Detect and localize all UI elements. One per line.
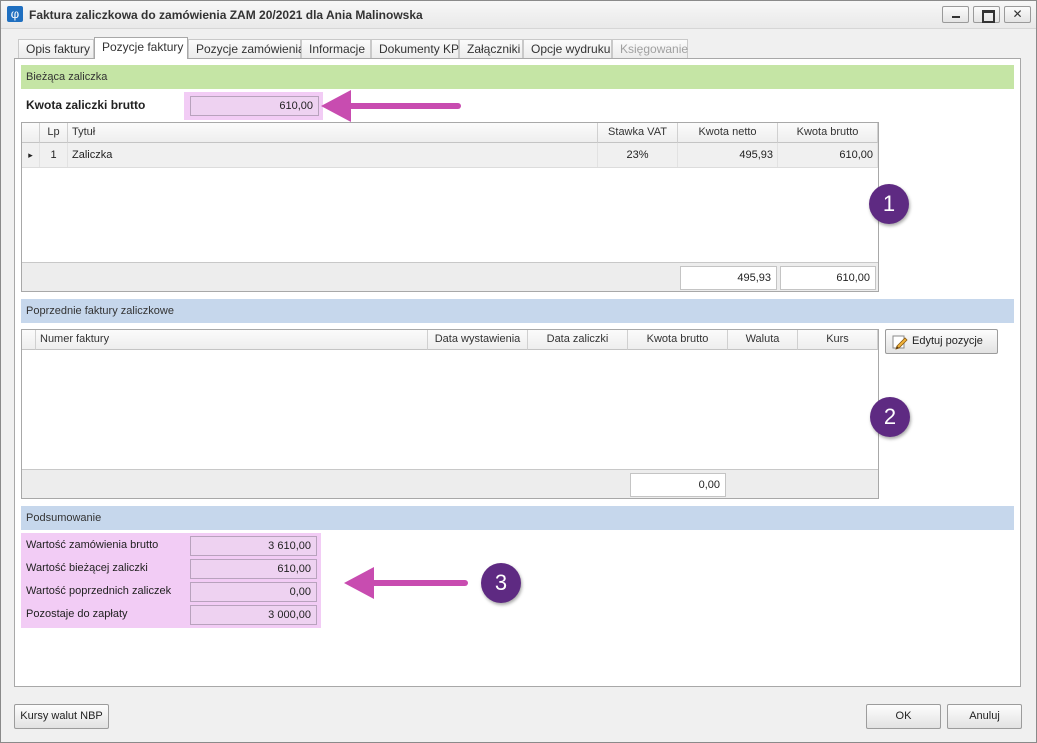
nbp-rates-button[interactable]: Kursy walut NBP <box>14 704 109 729</box>
cell-lp[interactable]: 1 <box>40 143 68 167</box>
cancel-button[interactable]: Anuluj <box>947 704 1022 729</box>
tab-pozycje-zamowienia[interactable]: Pozycje zamówienia <box>188 39 305 59</box>
arrow-shaft <box>347 103 461 109</box>
row-indicator-icon: ▸ <box>22 143 40 167</box>
window-title: Faktura zaliczkowa do zamówienia ZAM 20/… <box>29 8 423 22</box>
arrow-shaft <box>370 580 468 586</box>
title-bar: φ Faktura zaliczkowa do zamówienia ZAM 2… <box>1 1 1036 29</box>
invoice-window: φ Faktura zaliczkowa do zamówienia ZAM 2… <box>0 0 1037 743</box>
tab-pozycje-faktury[interactable]: Pozycje faktury <box>94 37 188 59</box>
summary-label-previous-advances: Wartość poprzednich zaliczek <box>26 585 172 597</box>
cell-net[interactable]: 495,93 <box>678 143 778 167</box>
cell-gross[interactable]: 610,00 <box>778 143 878 167</box>
summary-header: Podsumowanie <box>21 506 1014 530</box>
col-header-vat[interactable]: Stawka VAT <box>598 123 678 143</box>
summary-current-advance[interactable]: 610,00 <box>190 559 317 579</box>
tab-dokumenty-kp[interactable]: Dokumenty KP <box>371 39 459 59</box>
app-icon: φ <box>7 6 23 22</box>
pencil-icon <box>892 335 908 350</box>
table-row[interactable]: ▸ 1 Zaliczka 23% 495,93 610,00 <box>22 143 878 168</box>
arrow-to-summary <box>344 566 470 600</box>
minimize-button[interactable] <box>942 6 969 23</box>
col-header-title[interactable]: Tytuł <box>68 123 598 143</box>
arrow-to-amount <box>321 89 463 123</box>
tab-informacje[interactable]: Informacje <box>301 39 371 59</box>
col-header-lp[interactable]: Lp <box>40 123 68 143</box>
grid-indicator-header <box>22 123 40 143</box>
current-positions-grid: Lp Tytuł Stawka VAT Kwota netto Kwota br… <box>21 122 879 292</box>
annotation-badge-3: 3 <box>481 563 521 603</box>
annotation-badge-2: 2 <box>870 397 910 437</box>
col-header-invoice-number[interactable]: Numer faktury <box>36 330 428 350</box>
edit-positions-button[interactable]: Edytuj pozycje <box>885 329 998 354</box>
total-gross: 610,00 <box>780 266 876 290</box>
grid-indicator-header <box>22 330 36 350</box>
close-button[interactable]: ✕ <box>1004 6 1031 23</box>
total-net: 495,93 <box>680 266 777 290</box>
advance-amount-label: Kwota zaliczki brutto <box>26 98 146 112</box>
summary-label-remaining: Pozostaje do zapłaty <box>26 608 128 620</box>
ok-button[interactable]: OK <box>866 704 941 729</box>
close-icon: ✕ <box>1012 7 1023 21</box>
tab-zalaczniki[interactable]: Załączniki <box>459 39 523 59</box>
edit-positions-label: Edytuj pozycje <box>912 335 983 347</box>
col-header-issue-date[interactable]: Data wystawienia <box>428 330 528 350</box>
previous-invoices-header: Poprzednie faktury zaliczkowe <box>21 299 1014 323</box>
previous-total-gross: 0,00 <box>630 473 726 497</box>
annotation-badge-1: 1 <box>869 184 909 224</box>
grid-footer: 0,00 <box>22 469 878 498</box>
summary-label-order-value: Wartość zamówienia brutto <box>26 539 159 551</box>
cell-title[interactable]: Zaliczka <box>68 143 598 167</box>
summary-remaining[interactable]: 3 000,00 <box>190 605 317 625</box>
col-header-advance-date[interactable]: Data zaliczki <box>528 330 628 350</box>
col-header-gross[interactable]: Kwota brutto <box>778 123 878 143</box>
grid-footer: 495,93 610,00 <box>22 262 878 291</box>
cell-vat[interactable]: 23% <box>598 143 678 167</box>
col-header-rate[interactable]: Kurs <box>798 330 878 350</box>
summary-previous-advances[interactable]: 0,00 <box>190 582 317 602</box>
previous-invoices-grid: Numer faktury Data wystawienia Data zali… <box>21 329 879 499</box>
advance-amount-field[interactable]: 610,00 <box>190 96 319 116</box>
col-header-net[interactable]: Kwota netto <box>678 123 778 143</box>
current-advance-header: Bieżąca zaliczka <box>21 65 1014 89</box>
tab-opcje-wydruku[interactable]: Opcje wydruku <box>523 39 612 59</box>
col-header-gross-amount[interactable]: Kwota brutto <box>628 330 728 350</box>
summary-order-value[interactable]: 3 610,00 <box>190 536 317 556</box>
col-header-currency[interactable]: Waluta <box>728 330 798 350</box>
tab-opis-faktury[interactable]: Opis faktury <box>18 39 94 59</box>
summary-label-current-advance: Wartość bieżącej zaliczki <box>26 562 148 574</box>
tab-ksiegowanie[interactable]: Księgowanie <box>612 39 688 59</box>
maximize-button[interactable] <box>973 6 1000 23</box>
